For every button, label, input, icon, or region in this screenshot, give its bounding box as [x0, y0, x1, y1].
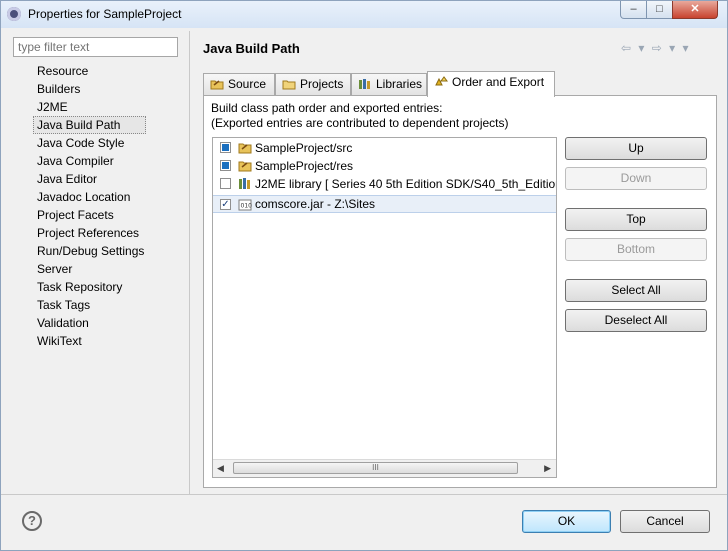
maximize-button[interactable]: □	[646, 1, 673, 19]
jar-icon: 010	[238, 199, 253, 211]
tab-source-label: Source	[228, 77, 267, 91]
nav-item-java-code-style[interactable]: Java Code Style	[35, 134, 146, 152]
order-export-icon	[435, 76, 448, 86]
select-all-button[interactable]: Select All	[565, 279, 707, 302]
nav-item-builders[interactable]: Builders	[35, 80, 146, 98]
entry-label: SampleProject/src	[255, 141, 353, 155]
nav-item-j2me[interactable]: J2ME	[35, 98, 146, 116]
minimize-button[interactable]: –	[620, 1, 647, 19]
nav-item-task-repository[interactable]: Task Repository	[35, 278, 146, 296]
nav-item-java-compiler[interactable]: Java Compiler	[35, 152, 146, 170]
filter-input[interactable]	[13, 37, 178, 57]
tab-projects[interactable]: Projects	[275, 73, 351, 95]
tab-projects-label: Projects	[300, 77, 344, 91]
entry-label: SampleProject/res	[255, 159, 354, 173]
entry-label: J2ME library [ Series 40 5th Edition SDK…	[255, 177, 557, 191]
nav-item-validation[interactable]: Validation	[35, 314, 146, 332]
nav-item-run-debug-settings[interactable]: Run/Debug Settings	[35, 242, 146, 260]
order-description: Build class path order and exported entr…	[211, 101, 509, 131]
classpath-entry-list[interactable]: SampleProject/src SampleProject/res J2ME…	[212, 137, 557, 478]
up-button[interactable]: Up	[565, 137, 707, 160]
scroll-left-icon[interactable]: ◀	[217, 463, 224, 474]
help-icon[interactable]: ?	[22, 511, 42, 531]
projects-folder-icon	[282, 80, 296, 90]
list-item[interactable]: J2ME library [ Series 40 5th Edition SDK…	[213, 175, 556, 193]
nav-item-java-editor[interactable]: Java Editor	[35, 170, 146, 188]
tab-libraries[interactable]: Libraries	[351, 73, 427, 95]
description-line-1: Build class path order and exported entr…	[211, 101, 443, 115]
top-button[interactable]: Top	[565, 208, 707, 231]
property-page-tree: Resource Builders J2ME Java Build Path J…	[33, 62, 147, 350]
cancel-button[interactable]: Cancel	[620, 510, 710, 533]
export-checkbox[interactable]	[220, 160, 231, 171]
source-folder-icon	[238, 161, 252, 172]
nav-item-wikitext[interactable]: WikiText	[35, 332, 146, 350]
scroll-right-icon[interactable]: ▶	[544, 463, 551, 474]
deselect-all-button[interactable]: Deselect All	[565, 309, 707, 332]
nav-item-task-tags[interactable]: Task Tags	[35, 296, 146, 314]
title-bar[interactable]: Properties for SampleProject – □ ✕	[1, 1, 727, 28]
page-title: Java Build Path	[203, 41, 300, 56]
library-icon	[239, 178, 250, 189]
list-item[interactable]: ✓ 010 comscore.jar - Z:\Sites	[213, 195, 556, 213]
window-title: Properties for SampleProject	[28, 7, 182, 21]
entry-label: comscore.jar - Z:\Sites	[255, 197, 376, 211]
footer-divider	[1, 494, 727, 495]
down-button[interactable]: Down	[565, 167, 707, 190]
nav-item-javadoc-location[interactable]: Javadoc Location	[35, 188, 146, 206]
export-checkbox[interactable]	[220, 178, 231, 189]
nav-item-project-facets[interactable]: Project Facets	[35, 206, 146, 224]
nav-item-resource[interactable]: Resource	[35, 62, 146, 80]
sash-divider[interactable]	[189, 31, 190, 494]
export-checkbox[interactable]: ✓	[220, 199, 231, 210]
horizontal-scrollbar[interactable]: ◀ III ▶	[213, 459, 556, 477]
eclipse-icon	[7, 7, 21, 21]
properties-dialog: Properties for SampleProject – □ ✕ Resou…	[0, 0, 728, 551]
bottom-button[interactable]: Bottom	[565, 238, 707, 261]
close-button[interactable]: ✕	[672, 1, 718, 19]
list-item[interactable]: SampleProject/src	[213, 139, 556, 157]
libraries-icon	[359, 79, 370, 89]
nav-item-java-build-path[interactable]: Java Build Path	[33, 116, 147, 134]
nav-item-project-references[interactable]: Project References	[35, 224, 146, 242]
list-item[interactable]: SampleProject/res	[213, 157, 556, 175]
source-folder-icon	[238, 143, 252, 154]
tab-libraries-label: Libraries	[376, 77, 423, 91]
history-nav-icons[interactable]: ⇦ ▾ ⇨ ▾ ▾	[621, 41, 691, 55]
tab-source[interactable]: Source	[203, 73, 275, 95]
nav-item-server[interactable]: Server	[35, 260, 146, 278]
tab-order-and-export[interactable]: Order and Export	[427, 71, 555, 97]
description-line-2: (Exported entries are contributed to dep…	[211, 116, 509, 130]
source-folder-icon	[210, 80, 224, 90]
svg-text:010: 010	[241, 203, 253, 210]
scrollbar-thumb[interactable]: III	[233, 462, 518, 474]
tab-order-and-export-label: Order and Export	[452, 75, 545, 89]
ok-button[interactable]: OK	[522, 510, 611, 533]
export-checkbox[interactable]	[220, 142, 231, 153]
